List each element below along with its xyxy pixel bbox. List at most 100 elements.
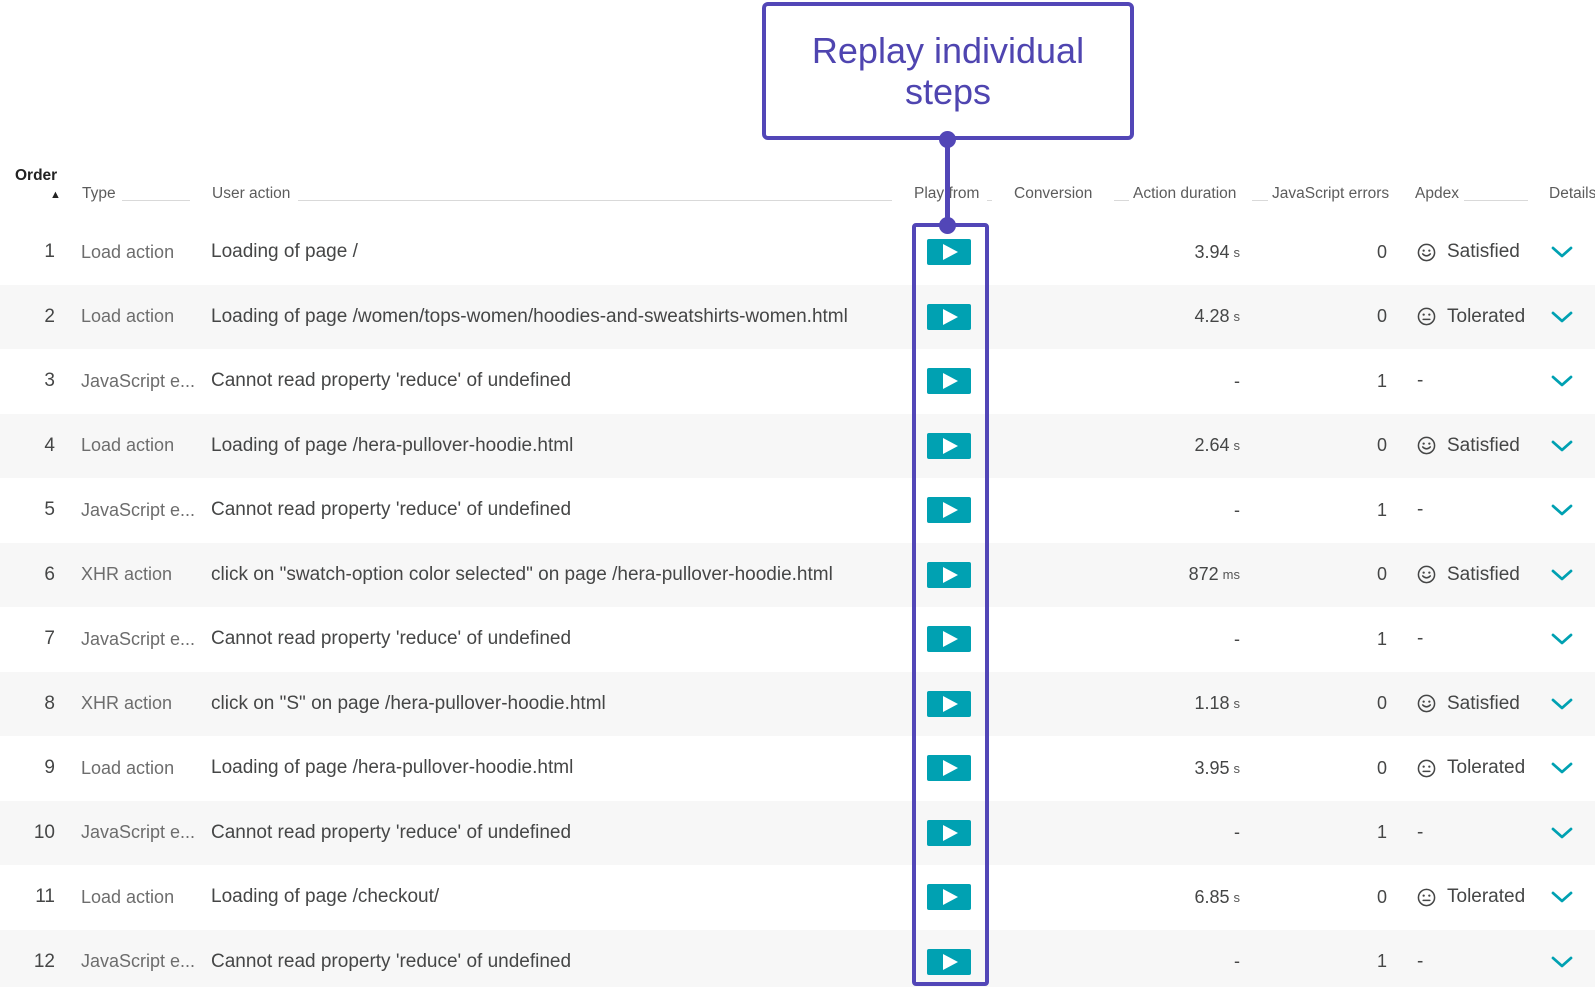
- smile-icon: [1417, 565, 1436, 584]
- column-header-user-action[interactable]: User action: [212, 185, 290, 203]
- order-cell: 6: [44, 563, 55, 585]
- user-action-cell[interactable]: Cannot read property 'reduce' of undefin…: [211, 478, 571, 543]
- table-row[interactable]: 8 XHR action click on "S" on page /hera-pu…: [0, 671, 1595, 737]
- chevron-down-icon[interactable]: [1551, 568, 1573, 582]
- smile-icon: [1417, 243, 1436, 262]
- javascript-errors-cell: 0: [1376, 306, 1387, 327]
- user-action-cell[interactable]: Cannot read property 'reduce' of undefin…: [211, 801, 571, 866]
- apdex-label: -: [1417, 821, 1424, 843]
- details-expand-button[interactable]: [1551, 865, 1573, 930]
- type-cell: JavaScript e...: [81, 951, 196, 972]
- action-duration-cell: 3.95 s: [1100, 736, 1240, 801]
- user-action-cell[interactable]: Cannot read property 'reduce' of undefin…: [211, 349, 571, 414]
- duration-unit: s: [1233, 889, 1241, 905]
- chevron-down-icon[interactable]: [1551, 503, 1573, 517]
- javascript-errors-cell: 1: [1376, 370, 1387, 391]
- order-cell: 9: [44, 757, 55, 779]
- user-action-cell[interactable]: Cannot read property 'reduce' of undefin…: [211, 607, 571, 672]
- details-expand-button[interactable]: [1551, 736, 1573, 801]
- apdex-label: Tolerated: [1447, 886, 1526, 908]
- duration-value: 2.64: [1194, 435, 1230, 456]
- chevron-down-icon[interactable]: [1551, 697, 1573, 711]
- details-expand-button[interactable]: [1551, 220, 1573, 285]
- chevron-down-icon[interactable]: [1551, 761, 1573, 775]
- column-header-type[interactable]: Type: [82, 185, 116, 203]
- chevron-down-icon[interactable]: [1551, 310, 1573, 324]
- duration-unit: s: [1233, 760, 1241, 776]
- chevron-down-icon[interactable]: [1551, 826, 1573, 840]
- table-row[interactable]: 10 JavaScript e... Cannot read property 'r…: [0, 800, 1595, 866]
- user-action-cell[interactable]: Loading of page /women/tops-women/hoodie…: [211, 285, 848, 350]
- apdex-label: Satisfied: [1447, 692, 1520, 714]
- column-divider: [1252, 200, 1268, 201]
- details-expand-button[interactable]: [1551, 478, 1573, 543]
- details-expand-button[interactable]: [1551, 349, 1573, 414]
- action-duration-cell: 2.64 s: [1100, 414, 1240, 479]
- details-expand-button[interactable]: [1551, 543, 1573, 608]
- column-header-apdex[interactable]: Apdex: [1415, 185, 1459, 203]
- javascript-errors-cell: 0: [1376, 886, 1387, 907]
- table-row[interactable]: 5 JavaScript e... Cannot read property 're…: [0, 478, 1595, 543]
- column-divider: [1114, 200, 1129, 201]
- user-action-cell[interactable]: Loading of page /checkout/: [211, 865, 439, 930]
- duration-unit: s: [1233, 244, 1241, 260]
- type-cell: XHR action: [81, 693, 173, 714]
- column-header-order[interactable]: Order: [15, 167, 57, 185]
- type-cell: Load action: [81, 435, 175, 456]
- column-header-conversion[interactable]: Conversion: [1014, 185, 1092, 203]
- apdex-cell: -: [1417, 930, 1423, 987]
- table-row[interactable]: 4 Load action Loading of page /hera-pullov…: [0, 413, 1595, 479]
- table-row[interactable]: 3 JavaScript e... Cannot read property 're…: [0, 349, 1595, 414]
- action-duration-cell: 872 ms: [1100, 543, 1240, 608]
- replay-callout: Replay individual steps: [762, 2, 1134, 140]
- user-action-cell[interactable]: click on "swatch-option color selected" …: [211, 543, 833, 608]
- details-expand-button[interactable]: [1551, 930, 1573, 987]
- table-header: Order ▲ Type User action Play from Conve…: [0, 165, 1595, 205]
- details-expand-button[interactable]: [1551, 414, 1573, 479]
- duration-value: 6.85: [1194, 886, 1230, 907]
- type-cell: Load action: [81, 886, 175, 907]
- details-expand-button[interactable]: [1551, 607, 1573, 672]
- duration-value: -: [1234, 370, 1240, 391]
- user-action-cell[interactable]: Loading of page /: [211, 220, 358, 285]
- table-row[interactable]: 1 Load action Loading of page / 3.94 s 0 Satis…: [0, 220, 1595, 285]
- user-action-cell[interactable]: Loading of page /hera-pullover-hoodie.ht…: [211, 736, 573, 801]
- user-action-cell[interactable]: Loading of page /hera-pullover-hoodie.ht…: [211, 414, 573, 479]
- table-row[interactable]: 7 JavaScript e... Cannot read property 're…: [0, 607, 1595, 672]
- apdex-cell: Tolerated: [1417, 736, 1525, 801]
- chevron-down-icon[interactable]: [1551, 890, 1573, 904]
- table-row[interactable]: 2 Load action Loading of page /women/tops-…: [0, 284, 1595, 350]
- duration-unit: ms: [1222, 567, 1240, 583]
- details-expand-button[interactable]: [1551, 801, 1573, 866]
- apdex-cell: Satisfied: [1417, 543, 1520, 608]
- column-header-javascript-errors[interactable]: JavaScript errors: [1272, 185, 1389, 203]
- user-action-cell[interactable]: Cannot read property 'reduce' of undefin…: [211, 930, 571, 987]
- duration-value: 3.95: [1194, 757, 1230, 778]
- user-action-cell[interactable]: click on "S" on page /hera-pullover-hood…: [211, 672, 606, 737]
- apdex-cell: Tolerated: [1417, 285, 1525, 350]
- details-expand-button[interactable]: [1551, 285, 1573, 350]
- details-expand-button[interactable]: [1551, 672, 1573, 737]
- duration-value: 872: [1188, 564, 1219, 585]
- chevron-down-icon[interactable]: [1551, 955, 1573, 969]
- apdex-label: -: [1417, 950, 1424, 972]
- column-header-action-duration[interactable]: Action duration: [1133, 185, 1236, 203]
- table-row[interactable]: 12 JavaScript e... Cannot read property 'r…: [0, 929, 1595, 987]
- action-duration-cell: -: [1100, 930, 1240, 987]
- neutral-face-icon: [1417, 759, 1436, 778]
- duration-unit: s: [1233, 696, 1241, 712]
- sort-ascending-icon[interactable]: ▲: [50, 189, 61, 201]
- smile-icon: [1417, 694, 1436, 713]
- type-cell: XHR action: [81, 564, 173, 585]
- apdex-cell: Tolerated: [1417, 865, 1525, 930]
- table-row[interactable]: 6 XHR action click on "swatch-option color…: [0, 542, 1595, 608]
- apdex-label: -: [1417, 628, 1424, 650]
- table-row[interactable]: 9 Load action Loading of page /hera-pullov…: [0, 736, 1595, 801]
- order-cell: 10: [33, 821, 55, 843]
- chevron-down-icon[interactable]: [1551, 439, 1573, 453]
- column-header-details[interactable]: Details: [1549, 185, 1595, 203]
- chevron-down-icon[interactable]: [1551, 632, 1573, 646]
- chevron-down-icon[interactable]: [1551, 245, 1573, 259]
- table-row[interactable]: 11 Load action Loading of page /checkout/6…: [0, 865, 1595, 930]
- chevron-down-icon[interactable]: [1551, 374, 1573, 388]
